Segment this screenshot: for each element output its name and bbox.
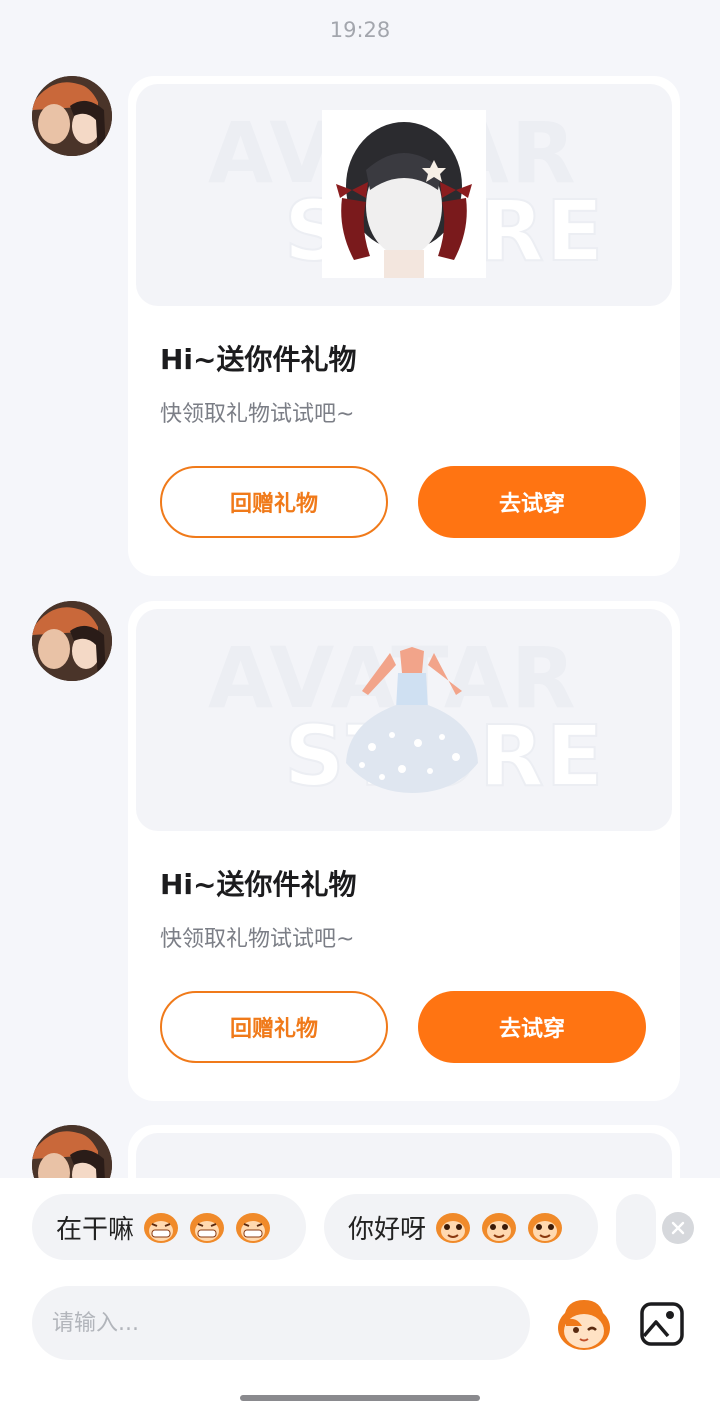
image-icon[interactable] [638, 1300, 686, 1348]
avatar-photo [32, 76, 112, 156]
try-on-button[interactable]: 去试穿 [418, 466, 646, 538]
grinning-monkey-face-icon [236, 1213, 271, 1243]
gift-subtitle: 快领取礼物试试吧~ [160, 927, 355, 952]
quick-reply-chip[interactable]: 你好呀 [324, 1194, 598, 1260]
dress-icon [346, 647, 478, 793]
quick-reply-text: 在干嘛 [56, 1214, 135, 1245]
return-gift-button[interactable]: 回赠礼物 [160, 991, 388, 1063]
quick-reply-chip[interactable] [616, 1194, 656, 1260]
composer-panel: 在干嘛 你好呀 [0, 1178, 720, 1415]
gift-message-card[interactable]: AVATAR STORE Hi~送你件礼物 快领取礼物试试吧~ 回赠礼物 去试穿 [128, 601, 680, 1101]
gift-preview-image[interactable]: AVATAR STORE [136, 609, 672, 831]
grinning-monkey-face-icon [144, 1213, 179, 1243]
happy-monkey-face-icon [436, 1213, 471, 1243]
happy-monkey-face-icon [528, 1213, 563, 1243]
gift-title: Hi~送你件礼物 [160, 868, 357, 901]
quick-reply-text: 你好呀 [348, 1214, 427, 1245]
hair-accessory-icon [322, 110, 486, 278]
close-icon[interactable] [662, 1212, 694, 1244]
return-gift-button[interactable]: 回赠礼物 [160, 466, 388, 538]
status-time: 19:28 [329, 18, 391, 42]
sender-avatar[interactable] [32, 76, 112, 156]
gift-subtitle: 快领取礼物试试吧~ [160, 402, 355, 427]
home-indicator [240, 1395, 480, 1401]
grinning-monkey-face-icon [190, 1213, 225, 1243]
try-on-button[interactable]: 去试穿 [418, 991, 646, 1063]
monkey-sticker-icon[interactable] [552, 1296, 616, 1352]
gift-title: Hi~送你件礼物 [160, 343, 357, 376]
gift-message-card[interactable]: AVATAR STORE Hi~送你件礼物 快领取礼物试试吧~ 回赠礼物 去试穿 [128, 76, 680, 576]
quick-reply-chip[interactable]: 在干嘛 [32, 1194, 306, 1260]
message-input[interactable] [32, 1286, 530, 1360]
sender-avatar[interactable] [32, 601, 112, 681]
happy-monkey-face-icon [482, 1213, 517, 1243]
gift-preview-image[interactable]: AVATAR STORE [136, 84, 672, 306]
avatar-photo [32, 601, 112, 681]
